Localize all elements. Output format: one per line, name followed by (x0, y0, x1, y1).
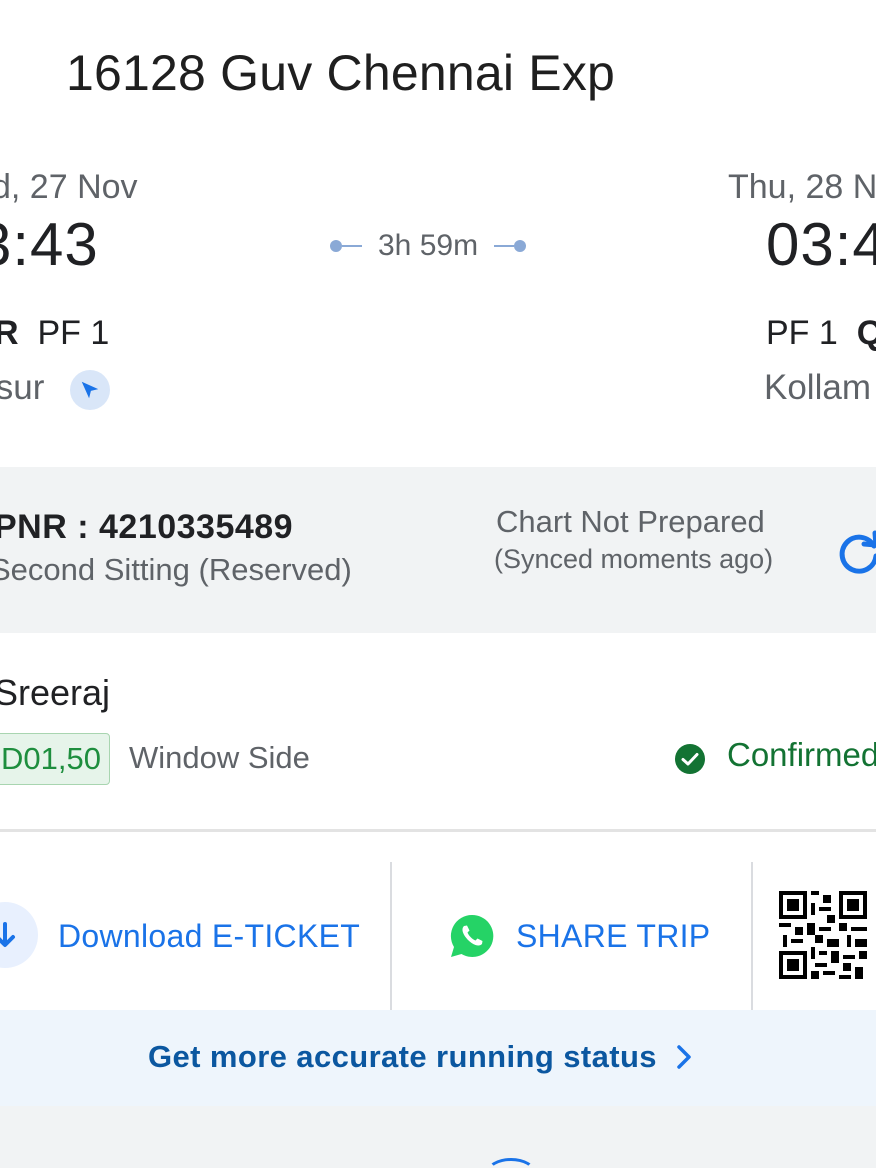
action-separator (751, 862, 753, 1010)
arrival-date: Thu, 28 N (728, 168, 876, 206)
departure-station-code: R (0, 314, 19, 352)
qr-code-icon[interactable] (779, 891, 867, 979)
travel-class: Second Sitting (Reserved) (0, 552, 352, 587)
arrival-station-code: Q (856, 314, 876, 352)
share-trip-button[interactable]: SHARE TRIP (516, 918, 710, 955)
arrival-station-name: Kollam (764, 368, 871, 407)
action-separator (390, 862, 392, 1010)
check-circle-icon (674, 743, 706, 775)
running-status-label: Get more accurate running status (148, 1039, 657, 1074)
duration-start-dot (330, 240, 342, 252)
arrival-time: 03:4 (766, 211, 876, 278)
divider (0, 829, 876, 832)
passenger-name: Sreeraj (0, 672, 111, 713)
chart-status: Chart Not Prepared (496, 504, 765, 539)
download-icon[interactable] (0, 902, 38, 968)
journey-duration: 3h 59m (330, 228, 527, 264)
running-status-link[interactable]: Get more accurate running status (148, 1039, 693, 1075)
departure-date: d, 27 Nov (0, 168, 138, 206)
arrival-station-platform: PF 1 Q (766, 314, 876, 353)
duration-start-line (342, 245, 362, 247)
whatsapp-icon[interactable] (448, 912, 496, 960)
arrival-platform: PF 1 (766, 314, 838, 352)
seat-badge: D01,50 (0, 733, 110, 785)
download-eticket-button[interactable]: Download E-TICKET (58, 918, 360, 955)
duration-end-line (494, 245, 515, 247)
departure-station-name: isur (0, 368, 45, 407)
departure-time: 3:43 (0, 211, 99, 278)
refresh-icon[interactable] (834, 528, 876, 578)
duration-end-dot (514, 240, 527, 252)
departure-platform: PF 1 (37, 314, 110, 352)
chevron-right-icon (677, 1045, 691, 1069)
duration-text: 3h 59m (378, 229, 479, 262)
pnr-number: PNR : 4210335489 (0, 508, 294, 546)
navigate-icon[interactable] (70, 370, 110, 410)
sync-status: (Synced moments ago) (494, 544, 774, 574)
train-title: 16128 Guv Chennai Exp (66, 45, 616, 101)
booking-status: Confirmed (727, 736, 876, 773)
departure-station-platform: R PF 1 (0, 314, 109, 353)
berth-preference: Window Side (129, 740, 310, 775)
bottom-section (0, 1106, 876, 1168)
